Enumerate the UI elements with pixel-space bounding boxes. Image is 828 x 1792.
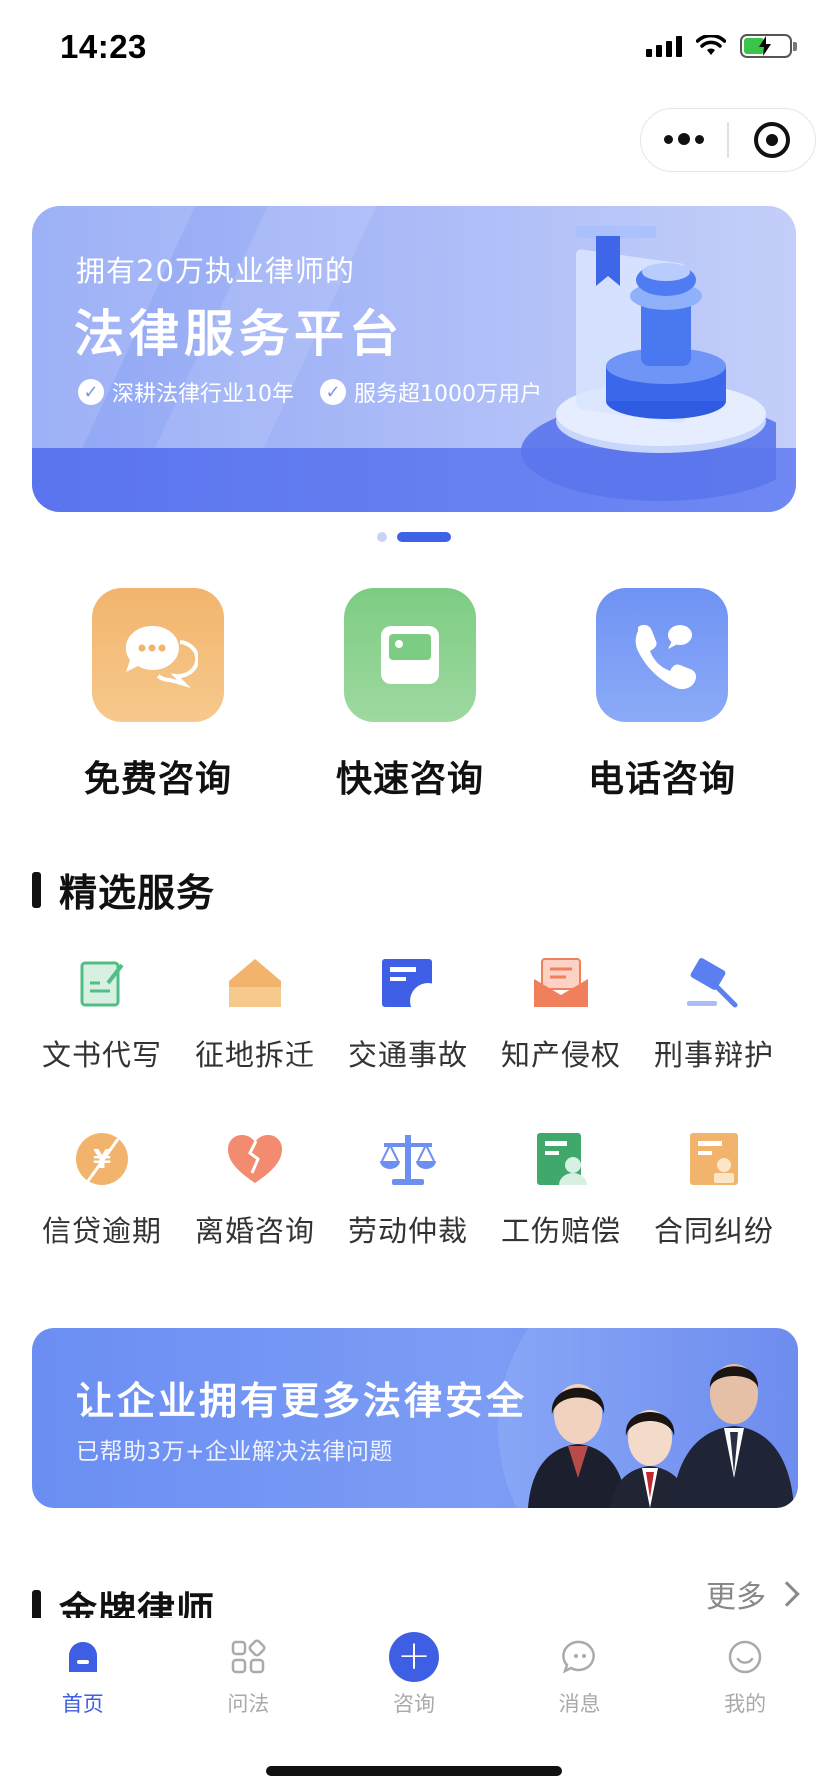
tab-home[interactable]: 首页 — [0, 1618, 166, 1730]
enterprise-title: 让企业拥有更多法律安全 — [76, 1379, 528, 1423]
section-title: 精选服务 — [59, 871, 216, 915]
service-ip-infringement[interactable]: 知产侵权 — [483, 950, 639, 1074]
stamp-illustration-icon — [521, 226, 776, 501]
service-contract-dispute[interactable]: 合同纠纷 — [636, 1126, 792, 1250]
tab-label: 咨询 — [392, 1692, 435, 1716]
banner-pagination — [0, 532, 828, 542]
status-icons — [646, 34, 797, 58]
home-indicator — [266, 1766, 562, 1776]
photo-card-icon — [344, 588, 476, 722]
grid-icon — [229, 1638, 267, 1676]
chat-bubbles-icon — [92, 588, 224, 722]
wifi-icon — [696, 35, 726, 55]
tab-label: 首页 — [61, 1692, 104, 1716]
service-land-demolition[interactable]: 征地拆迁 — [177, 950, 333, 1074]
document-edit-icon — [69, 950, 135, 1016]
service-criminal-defense[interactable]: 刑事辩护 — [636, 950, 792, 1074]
lawyers-photo-icon — [528, 1364, 794, 1508]
more-lawyers-link[interactable]: 更多 — [706, 1572, 800, 1616]
tab-label: 问法 — [227, 1692, 270, 1716]
miniprogram-capsule — [640, 108, 816, 172]
phone-icon — [596, 588, 728, 722]
section-marker — [32, 871, 41, 908]
plus-circle-icon: + — [388, 1632, 439, 1682]
tab-ask-law[interactable]: 问法 — [166, 1618, 332, 1730]
service-label: 离婚咨询 — [194, 1214, 315, 1248]
scales-icon — [375, 1126, 441, 1192]
enterprise-subtitle: 已帮助3万+企业解决法律问题 — [76, 1439, 393, 1465]
tab-messages[interactable]: 消息 — [497, 1618, 663, 1730]
quick-action-label: 免费咨询 — [83, 759, 232, 800]
bottom-tab-bar: 首页 问法 + 咨询 消息 我的 — [0, 1618, 828, 1730]
gavel-icon — [681, 950, 747, 1016]
service-label: 信贷逾期 — [41, 1214, 162, 1248]
status-time: 14:23 — [60, 28, 147, 65]
contract-icon — [681, 1126, 747, 1192]
service-label: 刑事辩护 — [653, 1038, 774, 1072]
message-icon — [561, 1638, 599, 1676]
hero-banner[interactable]: 拥有20万执业律师的 法律服务平台 ✓ 深耕法律行业10年 ✓ 服务超1000万… — [32, 206, 796, 512]
check-icon: ✓ — [78, 379, 104, 405]
service-credit-overdue[interactable]: ¥ 信贷逾期 — [24, 1126, 180, 1250]
enterprise-banner[interactable]: 让企业拥有更多法律安全 已帮助3万+企业解决法律问题 — [32, 1328, 798, 1508]
more-link-label: 更多 — [706, 1580, 766, 1615]
service-traffic-accident[interactable]: 交通事故 — [330, 950, 486, 1074]
service-label: 劳动仲裁 — [347, 1214, 468, 1248]
smile-icon — [726, 1638, 764, 1676]
house-icon — [222, 950, 288, 1016]
service-label: 文书代写 — [41, 1038, 162, 1072]
service-label: 合同纠纷 — [653, 1214, 774, 1248]
mail-envelope-icon — [528, 950, 594, 1016]
more-dots-icon[interactable] — [641, 133, 727, 146]
service-labor-arbitration[interactable]: 劳动仲裁 — [330, 1126, 486, 1250]
chevron-right-icon — [774, 1581, 800, 1607]
banner-title: 法律服务平台 — [74, 305, 404, 363]
selected-services-header: 精选服务 — [32, 862, 215, 917]
quick-action-label: 电话咨询 — [587, 759, 736, 800]
battery-icon — [740, 34, 797, 58]
broken-heart-icon — [222, 1126, 288, 1192]
service-divorce[interactable]: 离婚咨询 — [177, 1126, 333, 1250]
service-label: 征地拆迁 — [194, 1038, 315, 1072]
tab-label: 我的 — [724, 1692, 767, 1716]
service-label: 交通事故 — [347, 1038, 468, 1072]
quick-fast-consult[interactable]: 快速咨询 — [310, 588, 510, 802]
check-icon: ✓ — [320, 379, 346, 405]
banner-tags: ✓ 深耕法律行业10年 ✓ 服务超1000万用户 — [78, 376, 542, 408]
target-icon[interactable] — [729, 122, 815, 158]
home-icon — [64, 1638, 102, 1676]
injury-file-icon — [528, 1126, 594, 1192]
service-label: 工伤赔偿 — [500, 1214, 621, 1248]
banner-tag: ✓ 深耕法律行业10年 — [78, 376, 294, 408]
tab-mine[interactable]: 我的 — [662, 1618, 828, 1730]
cellular-signal-icon — [646, 35, 682, 57]
service-document-writing[interactable]: 文书代写 — [24, 950, 180, 1074]
service-injury-compensation[interactable]: 工伤赔偿 — [483, 1126, 639, 1250]
quick-action-label: 快速咨询 — [335, 759, 484, 800]
status-bar: 14:23 — [0, 0, 828, 96]
pagination-dot[interactable] — [377, 532, 387, 542]
tab-consult[interactable]: + 咨询 — [331, 1618, 497, 1730]
yuan-coin-icon: ¥ — [69, 1126, 135, 1192]
banner-subtitle: 拥有20万执业律师的 — [76, 254, 355, 288]
pagination-dot-active[interactable] — [397, 532, 451, 542]
traffic-card-icon — [375, 950, 441, 1016]
quick-phone-consult[interactable]: 电话咨询 — [562, 588, 762, 802]
quick-free-consult[interactable]: 免费咨询 — [58, 588, 258, 802]
banner-tag-label: 深耕法律行业10年 — [112, 382, 294, 407]
tab-label: 消息 — [558, 1692, 601, 1716]
service-label: 知产侵权 — [500, 1038, 621, 1072]
